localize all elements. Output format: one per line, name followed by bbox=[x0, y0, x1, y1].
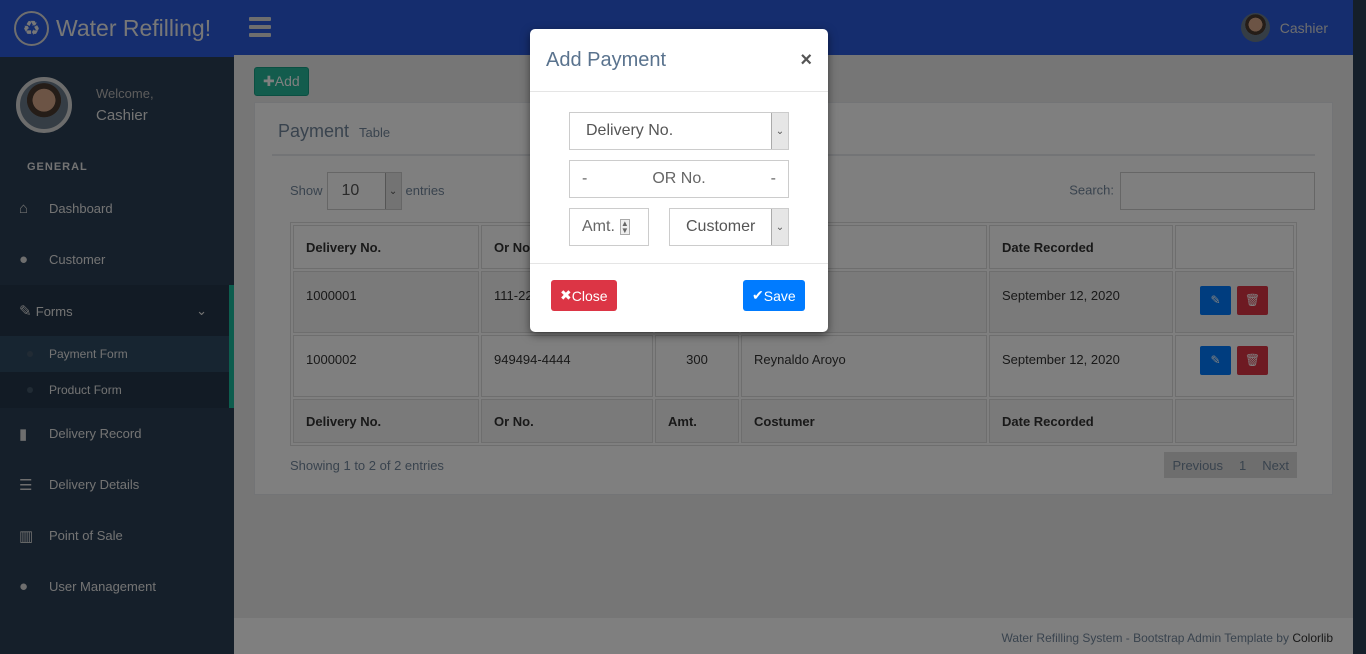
value: Customer bbox=[686, 218, 756, 235]
dash: - bbox=[770, 170, 776, 187]
chevron-down-icon: ⌄ bbox=[771, 113, 788, 149]
label: Save bbox=[763, 287, 796, 304]
value: Delivery No. bbox=[586, 122, 674, 139]
spinner-icon[interactable]: ▲ ▼ bbox=[619, 219, 630, 235]
label: Close bbox=[571, 287, 608, 304]
or-no-input[interactable]: - OR No. - bbox=[569, 160, 789, 198]
x-icon: ✖ bbox=[560, 287, 572, 303]
add-payment-modal: Add Payment × Delivery No. ⌄ - OR No. - Amt.… bbox=[530, 29, 828, 332]
customer-select[interactable]: Customer ⌄ bbox=[669, 208, 789, 246]
placeholder: OR No. bbox=[652, 170, 706, 187]
delivery-no-select[interactable]: Delivery No. ⌄ bbox=[569, 112, 789, 150]
save-button[interactable]: ✔ Save bbox=[743, 280, 805, 311]
chevron-down-icon: ⌄ bbox=[771, 209, 788, 245]
modal-title: Add Payment bbox=[546, 48, 667, 71]
check-icon: ✔ bbox=[752, 287, 764, 303]
placeholder: Amt. bbox=[582, 218, 615, 235]
close-icon[interactable]: × bbox=[800, 49, 812, 72]
amount-input[interactable]: Amt. ▲ ▼ bbox=[569, 208, 649, 246]
close-button[interactable]: ✖ Close bbox=[551, 280, 617, 311]
dash: - bbox=[582, 170, 588, 187]
